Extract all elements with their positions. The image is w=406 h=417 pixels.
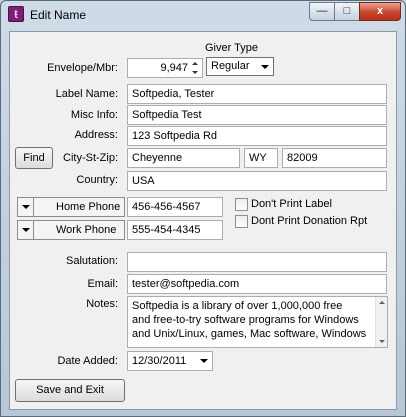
label-name-field[interactable]: Softpedia, Tester bbox=[127, 84, 387, 104]
notes-line: and free-to-try software programs for Wi… bbox=[132, 314, 359, 326]
chevron-down-icon bbox=[200, 359, 208, 363]
chevron-down-icon bbox=[22, 228, 30, 232]
address-field[interactable]: 123 Softpedia Rd bbox=[127, 126, 387, 146]
phone-type-dropdown-button[interactable] bbox=[18, 198, 34, 216]
country-field[interactable]: USA bbox=[127, 171, 387, 191]
envelope-label: Envelope/Mbr: bbox=[47, 62, 118, 74]
dont-print-donation-text: Dont Print Donation Rpt bbox=[251, 215, 368, 227]
edit-name-window: ŧ Edit Name — □ x Giver Type Regular Env… bbox=[0, 0, 406, 417]
dont-print-label-checkbox[interactable] bbox=[235, 198, 248, 211]
giver-type-select[interactable]: Regular bbox=[206, 57, 274, 76]
label-name-label: Label Name: bbox=[55, 88, 118, 100]
zip-field[interactable]: 82009 bbox=[282, 148, 387, 168]
email-label: Email: bbox=[87, 278, 118, 290]
dont-print-label-text: Don't Print Label bbox=[251, 198, 332, 210]
country-label: Country: bbox=[76, 174, 118, 186]
date-added-label: Date Added: bbox=[57, 355, 118, 367]
chevron-down-icon bbox=[261, 65, 269, 69]
title-bar[interactable]: ŧ Edit Name — □ x bbox=[1, 1, 405, 29]
date-added-picker[interactable]: 12/30/2011 bbox=[127, 351, 213, 371]
spin-up-icon bbox=[192, 62, 198, 65]
spin-buttons[interactable] bbox=[192, 59, 200, 77]
work-phone-type-select[interactable]: Work Phone bbox=[17, 220, 125, 240]
home-phone-field[interactable]: 456-456-4567 bbox=[127, 197, 223, 217]
city-field[interactable]: Cheyenne bbox=[127, 148, 240, 168]
envelope-stepper[interactable]: 9,947 bbox=[127, 58, 203, 78]
form-panel: Giver Type Regular Envelope/Mbr: 9,947 L… bbox=[9, 31, 397, 410]
notes-textarea[interactable]: Softpedia is a library of over 1,000,000… bbox=[127, 296, 388, 348]
notes-line: and Unix/Linux, games, Mac software, Win… bbox=[132, 328, 367, 340]
notes-label: Notes: bbox=[86, 298, 118, 310]
home-phone-type-select[interactable]: Home Phone bbox=[17, 197, 125, 217]
dont-print-donation-checkbox[interactable] bbox=[235, 215, 248, 228]
giver-type-label: Giver Type bbox=[205, 42, 258, 54]
chevron-down-icon bbox=[22, 205, 30, 209]
save-and-exit-button[interactable]: Save and Exit bbox=[15, 379, 125, 402]
minimize-button[interactable]: — bbox=[309, 2, 335, 21]
work-phone-field[interactable]: 555-454-4345 bbox=[127, 220, 223, 240]
maximize-button[interactable]: □ bbox=[334, 2, 360, 21]
work-phone-label: Work Phone bbox=[56, 224, 117, 236]
email-field[interactable]: tester@softpedia.com bbox=[127, 274, 387, 294]
salutation-label: Salutation: bbox=[66, 255, 118, 267]
city-st-zip-label: City-St-Zip: bbox=[63, 152, 118, 164]
spin-down-icon bbox=[192, 71, 198, 74]
salutation-field[interactable] bbox=[127, 252, 387, 272]
date-added-value: 12/30/2011 bbox=[132, 355, 187, 367]
phone-type-dropdown-button[interactable] bbox=[18, 221, 34, 239]
find-button[interactable]: Find bbox=[15, 147, 53, 169]
scroll-down-icon[interactable] bbox=[379, 340, 385, 343]
giver-type-value: Regular bbox=[211, 60, 250, 72]
home-phone-label: Home Phone bbox=[56, 201, 121, 213]
misc-info-label: Misc Info: bbox=[70, 109, 118, 121]
misc-info-field[interactable]: Softpedia Test bbox=[127, 105, 387, 125]
scroll-up-icon[interactable] bbox=[379, 301, 385, 304]
close-button[interactable]: x bbox=[359, 2, 401, 21]
address-label: Address: bbox=[74, 129, 118, 141]
notes-line: Softpedia is a library of over 1,000,000… bbox=[132, 300, 343, 312]
state-field[interactable]: WY bbox=[244, 148, 278, 168]
envelope-value: 9,947 bbox=[160, 62, 188, 74]
notes-scrollbar[interactable] bbox=[375, 297, 387, 347]
ticket-icon: ŧ bbox=[8, 6, 24, 22]
window-title: Edit Name bbox=[30, 8, 87, 22]
